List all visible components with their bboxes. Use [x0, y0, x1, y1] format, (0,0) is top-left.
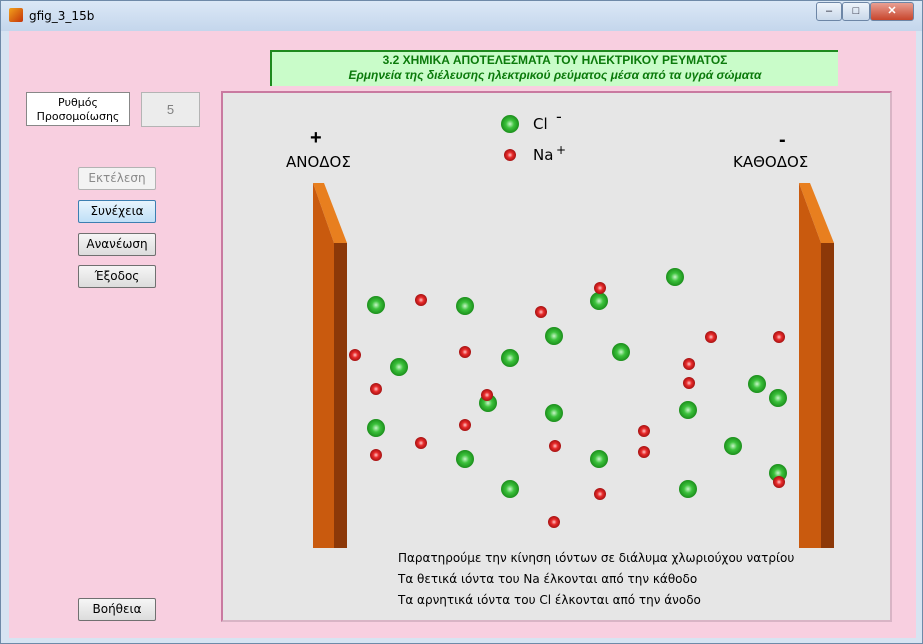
legend-na-marker — [504, 149, 516, 161]
cathode-electrode — [799, 183, 834, 548]
simulation-canvas — [313, 183, 834, 548]
cl-ion — [545, 404, 563, 422]
cl-ion — [367, 296, 385, 314]
maximize-button[interactable]: □ — [842, 2, 870, 21]
cl-ion — [769, 389, 787, 407]
header-title: 3.2 ΧΗΜΙΚΑ ΑΠΟΤΕΛΕΣΜΑΤΑ ΤΟΥ ΗΛΕΚΤΡΙΚΟΥ Ρ… — [382, 53, 728, 67]
na-ion — [705, 331, 717, 343]
legend-cl-symbol: Cl — [533, 115, 548, 133]
title-bar: gfig_3_15b – □ ✕ — [1, 1, 922, 31]
legend-markers — [501, 115, 519, 161]
observation-line-2: Τα θετικά ιόντα του Na έλκονται από την … — [398, 572, 698, 586]
minimize-button[interactable]: – — [816, 2, 842, 21]
na-ion — [638, 446, 650, 458]
na-ion — [370, 383, 382, 395]
help-button[interactable]: Βοήθεια — [78, 598, 156, 621]
cl-ion — [390, 358, 408, 376]
na-ion — [548, 516, 560, 528]
cl-ion — [545, 327, 563, 345]
run-button[interactable]: Εκτέλεση — [78, 167, 156, 190]
cl-ion — [679, 480, 697, 498]
continue-button[interactable]: Συνέχεια — [78, 200, 156, 223]
cl-ion — [612, 343, 630, 361]
cl-ion — [456, 450, 474, 468]
close-button[interactable]: ✕ — [870, 2, 914, 21]
na-ion — [535, 306, 547, 318]
header-banner: 3.2 ΧΗΜΙΚΑ ΑΠΟΤΕΛΕΣΜΑΤΑ ΤΟΥ ΗΛΕΚΤΡΙΚΟΥ Ρ… — [270, 50, 838, 86]
na-ion — [594, 282, 606, 294]
cl-ion — [666, 268, 684, 286]
cathode-sign: - — [779, 129, 786, 151]
cathode-label: ΚΑΘΟΔΟΣ — [733, 153, 809, 171]
cl-ion — [724, 437, 742, 455]
observation-line-1: Παρατηρούμε την κίνηση ιόντων σε διάλυμα… — [398, 551, 795, 565]
speed-label: Ρυθμός Προσομοίωσης — [26, 92, 130, 126]
header-subtitle: Ερμηνεία της διέλευσης ηλεκτρικού ρεύματ… — [348, 68, 762, 82]
na-ion — [773, 476, 785, 488]
na-ion — [773, 331, 785, 343]
na-ion — [549, 440, 561, 452]
observation-line-3: Τα αρνητικά ιόντα του Cl έλκονται από τη… — [398, 593, 701, 607]
speed-input[interactable]: 5 — [141, 92, 200, 127]
legend-na-charge: + — [556, 143, 567, 157]
refresh-button[interactable]: Ανανέωση — [78, 233, 156, 256]
anode-label: ΑΝΟΔΟΣ — [286, 153, 351, 171]
window-title: gfig_3_15b — [29, 9, 95, 23]
cl-ion — [679, 401, 697, 419]
na-ion — [415, 437, 427, 449]
na-ion — [683, 358, 695, 370]
app-window: gfig_3_15b – □ ✕ 3.2 ΧΗΜΙΚΑ ΑΠΟΤΕΛΕΣΜΑΤΑ… — [0, 0, 923, 644]
cl-ion — [748, 375, 766, 393]
na-ion — [370, 449, 382, 461]
na-ion — [459, 419, 471, 431]
na-ion — [459, 346, 471, 358]
legend-cl-charge: - — [556, 107, 562, 126]
legend-cl-marker — [501, 115, 519, 133]
na-ion — [349, 349, 361, 361]
na-ion — [683, 377, 695, 389]
cl-ion — [501, 349, 519, 367]
na-ion — [638, 425, 650, 437]
cl-ion — [590, 292, 608, 310]
na-ion — [415, 294, 427, 306]
figure-area: 3.2 ΧΗΜΙΚΑ ΑΠΟΤΕΛΕΣΜΑΤΑ ΤΟΥ ΗΛΕΚΤΡΙΚΟΥ Ρ… — [9, 31, 916, 638]
cl-ion — [456, 297, 474, 315]
cl-ion — [367, 419, 385, 437]
cl-ion — [501, 480, 519, 498]
na-ion — [481, 389, 493, 401]
na-ion — [594, 488, 606, 500]
legend-na-symbol: Na — [533, 146, 554, 164]
simulation-panel: + ΑΝΟΔΟΣ - ΚΑΘΟΔΟΣ Cl - Na + Παρατηρούμε… — [221, 91, 892, 622]
cl-ion — [590, 450, 608, 468]
matlab-icon — [9, 8, 23, 22]
anode-electrode — [313, 183, 347, 548]
exit-button[interactable]: Έξοδος — [78, 265, 156, 288]
anode-sign: + — [310, 127, 322, 149]
